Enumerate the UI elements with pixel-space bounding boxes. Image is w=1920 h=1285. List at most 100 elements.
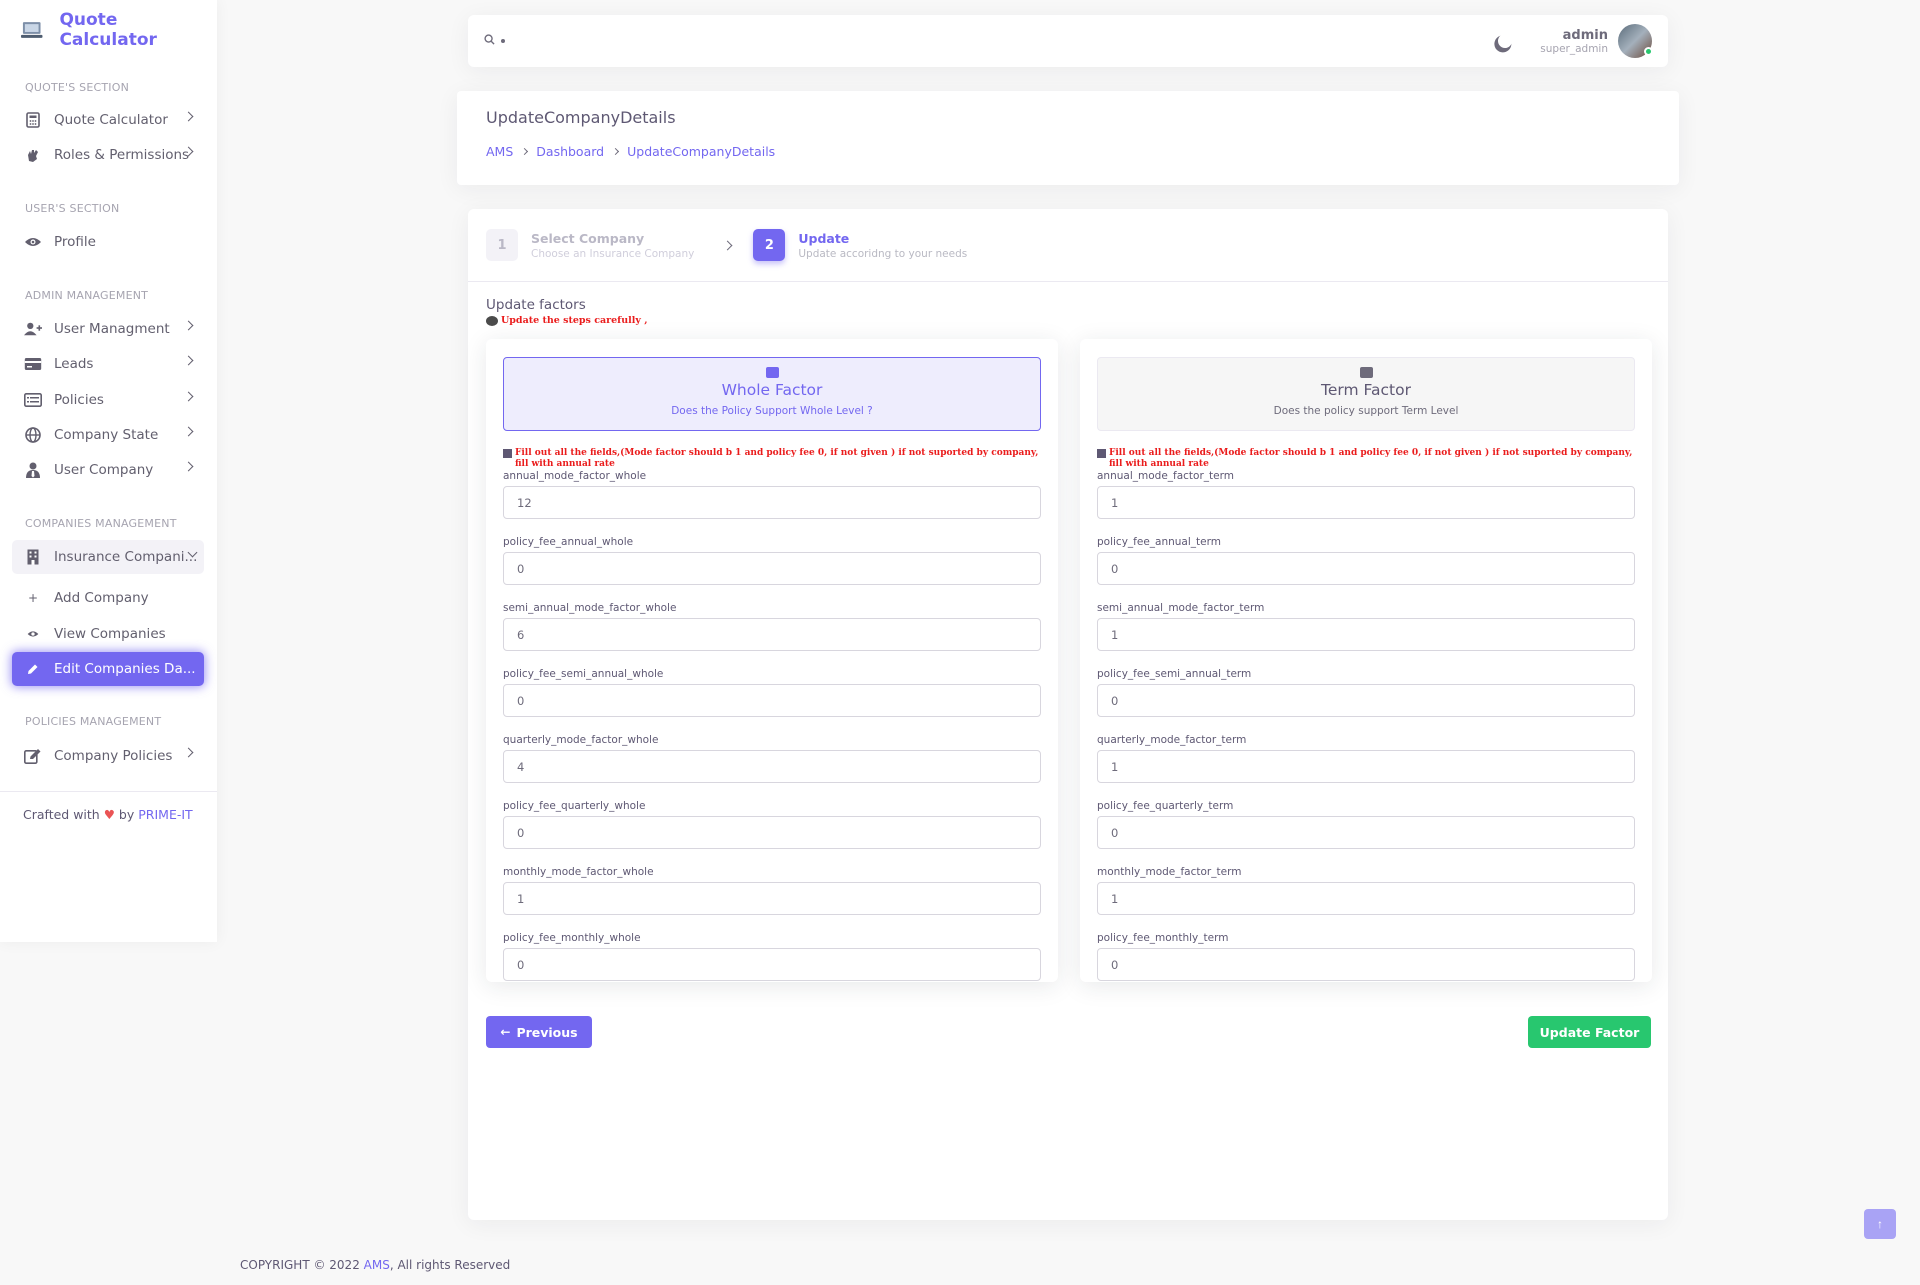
sidebar-item-label: Edit Companies Da... [54,661,196,677]
policy-fee-monthly-whole-input[interactable] [503,948,1041,981]
moon-icon[interactable] [1496,32,1514,50]
sidebar-item-leads[interactable]: Leads [12,347,204,381]
sidebar-item-label: View Companies [54,626,166,642]
user-info[interactable]: admin super_admin [1540,28,1608,55]
policy-fee-quarterly-term-input[interactable] [1097,816,1635,849]
eye-icon [24,625,42,643]
chevron-right-icon [183,426,194,437]
warning-text: Fill out all the fields,(Mode factor sho… [515,448,1039,469]
sidebar-item-quote-calculator[interactable]: Quote Calculator [12,103,204,137]
breadcrumb-dashboard[interactable]: Dashboard [536,144,604,159]
field-label: monthly_mode_factor_term [1097,866,1242,878]
sidebar-item-label: Leads [54,356,94,372]
sidebar-item-label: User Managment [54,321,170,337]
globe-icon [24,426,42,444]
update-note-text: Update the steps carefully , [501,315,648,326]
semi-annual-mode-factor-term-input[interactable] [1097,618,1635,651]
form-field: semi_annual_mode_factor_term [1097,602,1635,651]
sidebar-item-policies[interactable]: Policies [12,383,204,417]
field-label: policy_fee_quarterly_term [1097,800,1234,812]
top-navbar: admin super_admin [468,15,1668,67]
field-label: policy_fee_semi_annual_term [1097,668,1252,680]
scroll-top-button[interactable]: ↑ [1864,1209,1896,1239]
policy-fee-annual-whole-input[interactable] [503,552,1041,585]
laptop-logo-icon [20,22,43,38]
credit-card-icon [24,355,42,373]
edit-icon [24,747,42,765]
step-number: 2 [753,229,786,261]
previous-button[interactable]: ← Previous [486,1016,592,1048]
annual-mode-factor-whole-input[interactable] [503,486,1041,519]
brand[interactable]: Quote Calculator [0,0,217,60]
sidebar-item-user-management[interactable]: User Managment [12,312,204,346]
form-field: annual_mode_factor_whole [503,470,1041,519]
page-title: UpdateCompanyDetails [486,108,676,127]
warning-text: Fill out all the fields,(Mode factor sho… [1109,448,1633,469]
avatar[interactable] [1618,24,1653,58]
sidebar-item-insurance-companies[interactable]: Insurance Compani... [12,540,204,574]
form-field: semi_annual_mode_factor_whole [503,602,1041,651]
quarterly-mode-factor-term-input[interactable] [1097,750,1635,783]
footer-brand-link[interactable]: AMS [364,1258,390,1272]
footer: COPYRIGHT © 2022 AMS, All rights Reserve… [240,1258,510,1272]
previous-label: Previous [516,1024,578,1040]
user-role: super_admin [1540,42,1608,55]
step-update[interactable]: 2 Update Update accoridng to your needs [753,229,967,261]
field-label: annual_mode_factor_term [1097,470,1234,482]
hand-icon [24,146,42,164]
comment-icon [486,315,498,326]
update-factor-button[interactable]: Update Factor [1528,1016,1651,1048]
form-field: policy_fee_monthly_whole [503,932,1041,981]
calculator-icon [24,111,42,129]
breadcrumb-ams[interactable]: AMS [486,144,513,159]
sidebar-item-user-company[interactable]: User Company [12,453,204,487]
sidebar-item-profile[interactable]: Profile [12,225,204,259]
sidebar-item-view-companies[interactable]: View Companies [12,617,204,651]
field-label: policy_fee_semi_annual_whole [503,668,664,680]
term-factor-option[interactable]: Term Factor Does the policy support Term… [1097,357,1635,431]
policy-fee-monthly-term-input[interactable] [1097,948,1635,981]
factor-title: Whole Factor [721,381,823,399]
step-select-company[interactable]: 1 Select Company Choose an Insurance Com… [486,229,694,261]
search-icon[interactable] [484,34,495,48]
step-subtitle: Choose an Insurance Company [531,247,695,260]
section-label-quotes: QUOTE'S SECTION [25,81,130,94]
sidebar-item-edit-companies[interactable]: Edit Companies Da... [12,652,204,686]
section-label-admin: ADMIN MANAGEMENT [25,289,149,302]
section-label-companies: COMPANIES MANAGEMENT [25,517,177,530]
form-field: policy_fee_semi_annual_term [1097,668,1635,717]
whole-factor-card: Whole Factor Does the Policy Support Who… [486,339,1058,982]
policy-fee-semi-annual-term-input[interactable] [1097,684,1635,717]
pencil-icon [24,660,42,678]
sidebar-item-company-state[interactable]: Company State [12,418,204,452]
chevron-right-icon [722,240,733,250]
checkbox-icon [503,449,512,458]
whole-factor-option[interactable]: Whole Factor Does the Policy Support Who… [503,357,1041,431]
factor-title: Term Factor [1321,381,1411,399]
chevron-right-icon [183,747,194,758]
quarterly-mode-factor-whole-input[interactable] [503,750,1041,783]
prime-it-link[interactable]: PRIME-IT [138,807,192,822]
term-factor-card: Term Factor Does the policy support Term… [1080,339,1652,982]
field-label: policy_fee_annual_term [1097,536,1221,548]
semi-annual-mode-factor-whole-input[interactable] [503,618,1041,651]
field-label: policy_fee_annual_whole [503,536,634,548]
policy-fee-semi-annual-whole-input[interactable] [503,684,1041,717]
user-plus-icon [24,320,42,338]
sidebar: Quote Calculator QUOTE'S SECTION Quote C… [0,0,217,942]
footer-suffix: , All rights Reserved [389,1258,511,1272]
annual-mode-factor-term-input[interactable] [1097,486,1635,519]
sidebar-item-company-policies[interactable]: Company Policies [12,739,204,773]
sidebar-item-add-company[interactable]: + Add Company [12,581,204,615]
building-icon [24,548,42,566]
form-field: policy_fee_annual_term [1097,536,1635,585]
monthly-mode-factor-whole-input[interactable] [503,882,1041,915]
policy-fee-quarterly-whole-input[interactable] [503,816,1041,849]
sidebar-item-label: Profile [54,234,96,250]
fill-warning: Fill out all the fields,(Mode factor sho… [503,448,1041,470]
app-title: Quote Calculator [59,10,157,50]
policy-fee-annual-term-input[interactable] [1097,552,1635,585]
update-heading: Update factors Update the steps carefull… [486,297,648,326]
monthly-mode-factor-term-input[interactable] [1097,882,1635,915]
sidebar-item-roles[interactable]: Roles & Permissions [12,138,204,172]
